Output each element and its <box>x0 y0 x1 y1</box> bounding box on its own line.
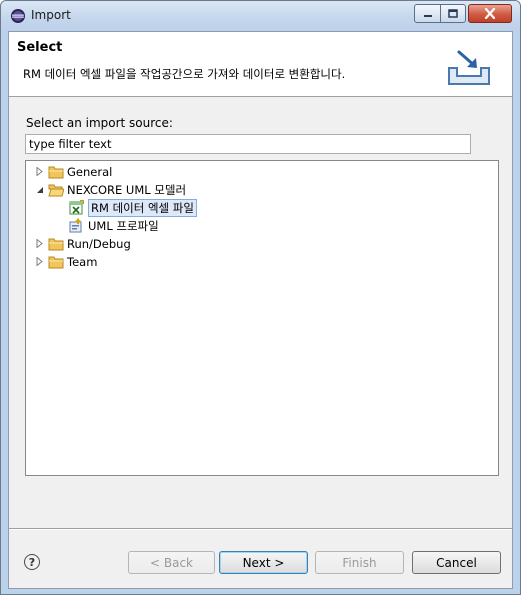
filter-input[interactable] <box>25 134 471 154</box>
tree-item-nexcore-uml[interactable]: NEXCORE UML 모델러 <box>34 181 186 198</box>
minimize-button[interactable] <box>414 4 441 23</box>
close-icon <box>484 8 496 19</box>
expand-arrow-icon[interactable] <box>34 235 45 252</box>
wizard-header: Select RM 데이터 엑셀 파일을 작업공간으로 가져와 데이터로 변환합… <box>9 32 512 97</box>
import-source-tree[interactable]: General NEXCORE UML 모델러 RM 데이터 엑셀 파일 UML… <box>25 160 499 476</box>
tree-item-label: RM 데이터 엑셀 파일 <box>88 198 197 217</box>
import-tray-icon <box>448 50 490 85</box>
maximize-icon <box>448 9 458 18</box>
tree-item-run-debug[interactable]: Run/Debug <box>34 235 131 252</box>
expand-arrow-icon[interactable] <box>34 163 45 180</box>
tree-item-rm-excel[interactable]: RM 데이터 엑셀 파일 <box>68 198 197 217</box>
close-button[interactable] <box>468 4 512 23</box>
button-bar-separator <box>9 528 512 530</box>
title-bar[interactable]: Import <box>1 1 520 31</box>
window-title: Import <box>31 8 71 22</box>
tree-item-team[interactable]: Team <box>34 253 97 270</box>
page-description: RM 데이터 엑셀 파일을 작업공간으로 가져와 데이터로 변환합니다. <box>23 67 346 81</box>
folder-open-icon <box>48 184 64 196</box>
dialog-content: Select RM 데이터 엑셀 파일을 작업공간으로 가져와 데이터로 변환합… <box>8 31 513 589</box>
collapse-arrow-icon[interactable] <box>34 181 45 198</box>
page-title: Select <box>17 40 63 55</box>
tree-item-label: Run/Debug <box>67 236 131 251</box>
folder-icon <box>48 256 64 268</box>
minimize-icon <box>423 14 432 17</box>
expand-arrow-icon[interactable] <box>34 253 45 270</box>
finish-button[interactable]: Finish <box>315 551 404 574</box>
maximize-button[interactable] <box>440 4 466 23</box>
uml-profile-icon <box>69 218 82 232</box>
tree-item-label: Team <box>67 254 98 269</box>
cancel-button[interactable]: Cancel <box>412 551 501 574</box>
tree-item-uml-profile[interactable]: UML 프로파일 <box>68 217 159 234</box>
tree-item-label: UML 프로파일 <box>88 218 159 233</box>
eclipse-icon <box>11 9 25 23</box>
next-button[interactable]: Next > <box>219 551 308 574</box>
back-button[interactable]: < Back <box>128 551 215 574</box>
excel-import-icon <box>69 199 84 214</box>
tree-item-general[interactable]: General <box>34 163 112 180</box>
help-button[interactable]: ? <box>24 554 40 570</box>
import-source-label: Select an import source: <box>26 116 173 130</box>
tree-item-label: General <box>67 164 113 179</box>
folder-icon <box>48 238 64 250</box>
tree-item-label: NEXCORE UML 모델러 <box>67 182 187 197</box>
folder-icon <box>48 166 64 178</box>
import-dialog: Import Select RM 데이터 엑셀 파일을 작업공간으로 가져와 데… <box>0 0 521 595</box>
